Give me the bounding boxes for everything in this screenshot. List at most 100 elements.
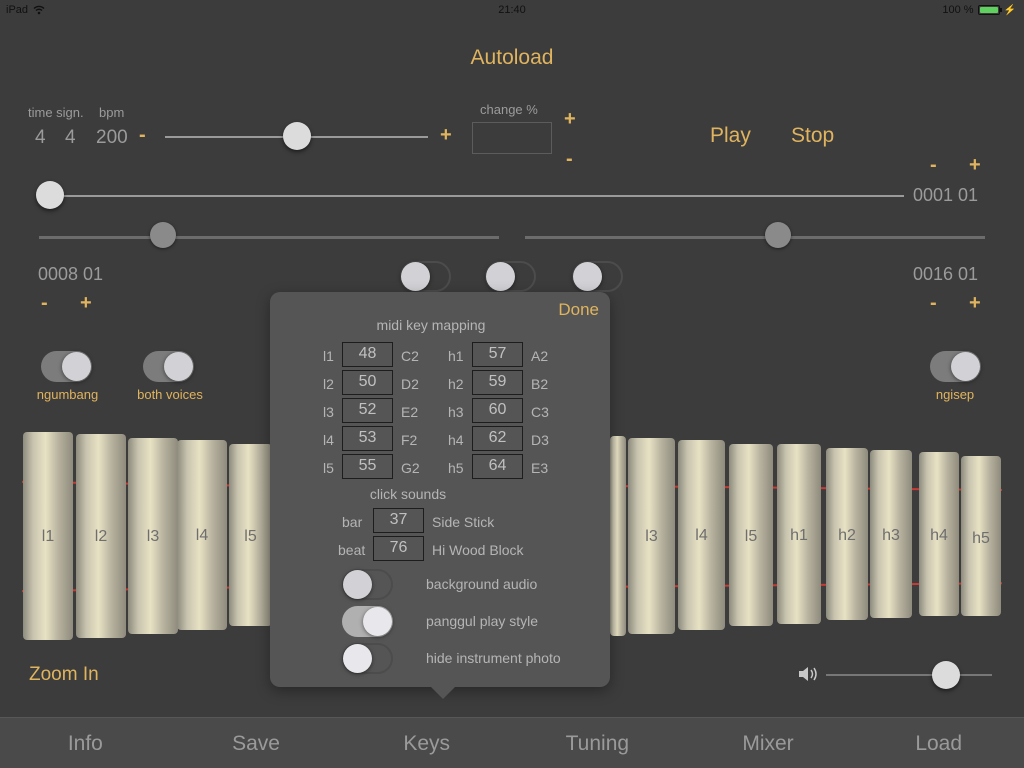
position-value: 0001 01 [913,185,979,205]
midi-key-field[interactable]: 59 [472,370,523,395]
zoom-in-button[interactable]: Zoom In [29,664,99,686]
time-sign-unit[interactable]: 4 [65,127,76,149]
midi-key-field[interactable]: 53 [342,426,393,451]
note-name: G2 [401,460,420,476]
hide-instrument-photo-label: hide instrument photo [426,650,561,666]
instrument-bar-l2[interactable]: l2 [76,434,126,638]
beat-click-midi-field[interactable]: 76 [373,536,424,561]
midi-key-field[interactable]: 52 [342,398,393,423]
position-slider-track[interactable] [50,195,904,197]
both-voices-switch[interactable] [143,351,194,382]
bar-label: h1 [790,526,808,544]
both-voices-label: both voices [137,387,203,402]
midi-key-field[interactable]: 50 [342,370,393,395]
key-name: l3 [323,404,334,420]
loop-end-minus-button[interactable]: - [930,292,937,315]
time-sign-beats[interactable]: 4 [35,127,46,149]
instrument-bar-l1[interactable]: l1 [23,432,73,640]
background-audio-switch[interactable] [342,569,393,600]
keys-popover: Done midi key mapping l1 48 C2 l2 50 D2 l3 52 E2… [270,292,610,699]
volume-slider-track[interactable] [826,674,992,676]
file-title[interactable]: Autoload [0,46,1024,70]
tab-save[interactable]: Save [171,718,342,768]
note-name: B2 [531,376,549,392]
bar-click-label: bar [342,514,363,530]
position-slider-knob[interactable] [36,181,64,209]
loop-start-slider-track[interactable] [39,236,499,239]
loop-end-value: 0016 01 [913,264,979,284]
change-minus-button[interactable]: - [566,148,573,171]
bar-label: l5 [744,527,758,545]
position-minus-button[interactable]: - [930,154,937,177]
instrument-bar-l5[interactable]: l5 [229,444,272,626]
stop-button[interactable]: Stop [791,124,834,148]
bar-click-midi-field[interactable]: 37 [373,508,424,533]
bar-label: l5 [244,527,257,545]
loop-end-slider-knob[interactable] [765,222,791,248]
instrument-bar-l4[interactable]: l4 [678,440,725,630]
bar-label: h2 [838,527,856,545]
loop-end-plus-button[interactable]: + [969,292,981,315]
instrument-bar-h4[interactable]: h4 [919,452,959,616]
tab-mixer[interactable]: Mixer [683,718,854,768]
loop-end-slider-track[interactable] [525,236,985,239]
instrument-bar-l3[interactable]: l3 [128,438,178,634]
bar-label: l1 [41,527,55,545]
note-name: D2 [401,376,419,392]
battery-icon [977,5,1002,15]
hide-instrument-photo-switch[interactable] [342,643,393,674]
switch-thumb [951,352,980,381]
bar-label: l4 [695,527,708,545]
key-name: h3 [448,404,464,420]
position-plus-button[interactable]: + [969,154,981,177]
midi-key-field[interactable]: 55 [342,454,393,479]
bar-label: l3 [645,528,658,546]
instrument-bar-h3[interactable]: h3 [870,450,912,618]
key-name: l4 [323,432,334,448]
change-percent-label: change % [480,102,538,117]
play-button[interactable]: Play [710,124,751,148]
midi-key-field[interactable]: 60 [472,398,523,423]
switch-thumb [363,607,392,636]
bpm-minus-button[interactable]: - [139,124,146,147]
tab-load[interactable]: Load [853,718,1024,768]
status-bar: iPad 21:40 100 % ⚡ [0,0,1024,22]
loop-start-minus-button[interactable]: - [41,292,48,315]
panggul-play-style-switch[interactable] [342,606,393,637]
midi-key-field[interactable]: 48 [342,342,393,367]
instrument-bar-l3[interactable]: l3 [628,438,675,634]
time-sign-label: time sign. [28,105,84,120]
instrument-bar-l4[interactable]: l4 [177,440,227,630]
switch-thumb [343,644,372,673]
midi-key-field[interactable]: 57 [472,342,523,367]
loop-start-plus-button[interactable]: + [80,292,92,315]
instrument-bar-l5[interactable]: l5 [729,444,773,626]
midi-key-field[interactable]: 64 [472,454,523,479]
tab-bar: Info Save Keys Tuning Mixer Load [0,717,1024,768]
ngisep-switch[interactable] [930,351,981,382]
change-plus-button[interactable]: + [564,108,576,131]
ngumbang-switch[interactable] [41,351,92,382]
mid-switch-3[interactable] [572,261,623,292]
instrument-bar-h2[interactable]: h2 [826,448,868,620]
instrument-bar-h5[interactable]: h5 [961,456,1001,616]
speaker-icon [799,667,817,681]
loop-start-value: 0008 01 [38,264,104,284]
mid-switch-1[interactable] [400,261,451,292]
volume-slider-knob[interactable] [931,661,960,689]
change-percent-field[interactable] [472,122,552,154]
midi-key-field[interactable]: 62 [472,426,523,451]
click-sounds-title: click sounds [369,486,447,502]
bpm-slider-knob[interactable] [282,122,311,150]
mid-switch-2[interactable] [485,261,536,292]
tab-keys[interactable]: Keys [341,718,512,768]
instrument-bar-h1[interactable]: h1 [777,444,821,624]
bpm-value[interactable]: 200 [96,127,128,149]
tab-info[interactable]: Info [0,718,171,768]
clock: 21:40 [498,4,526,16]
bar-label: l2 [94,527,108,545]
tab-tuning[interactable]: Tuning [512,718,683,768]
loop-start-slider-knob[interactable] [150,222,177,248]
panggul-play-style-label: panggul play style [426,613,539,629]
bpm-plus-button[interactable]: + [440,124,452,147]
